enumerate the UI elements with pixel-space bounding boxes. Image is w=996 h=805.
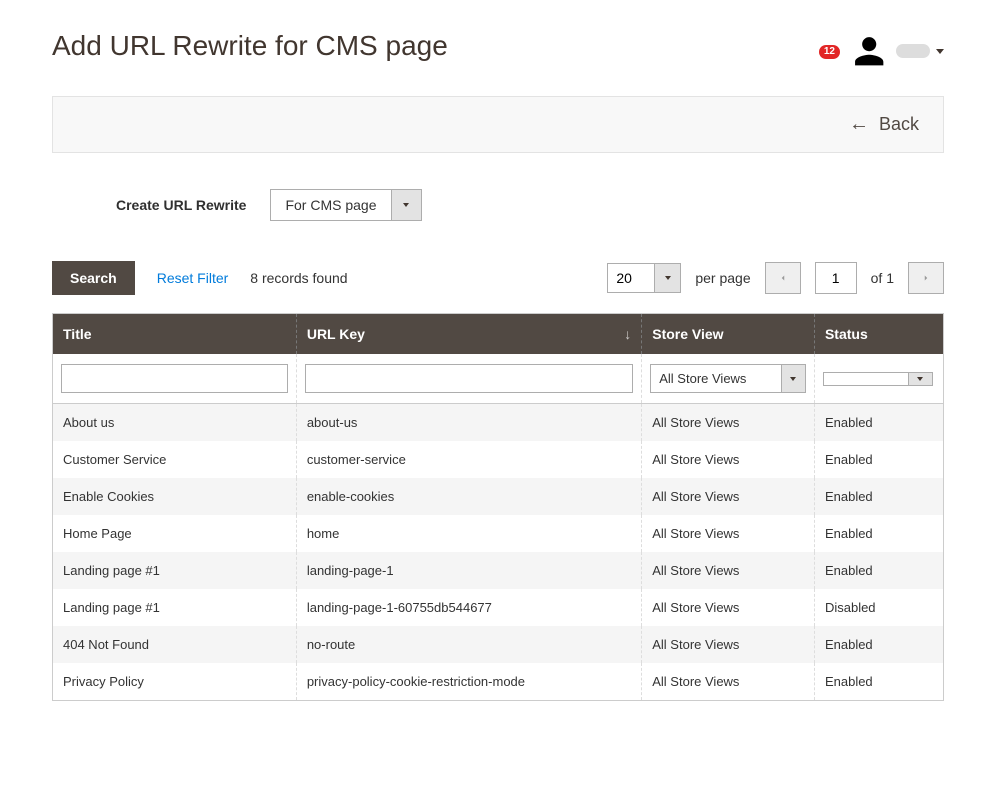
back-label: Back — [879, 114, 919, 135]
cell-url-key: enable-cookies — [296, 478, 641, 515]
table-row[interactable]: Privacy Policyprivacy-policy-cookie-rest… — [53, 663, 944, 701]
chevron-down-icon[interactable] — [781, 365, 805, 392]
action-bar: ← Back — [52, 96, 944, 153]
cell-title: Privacy Policy — [53, 663, 297, 701]
rewrite-type-select[interactable]: For CMS page — [270, 189, 421, 221]
cell-store-view: All Store Views — [642, 404, 815, 442]
table-row[interactable]: About usabout-usAll Store ViewsEnabled — [53, 404, 944, 442]
cell-status: Enabled — [814, 663, 943, 701]
col-header-url-key-label: URL Key — [307, 326, 365, 342]
cell-title: Home Page — [53, 515, 297, 552]
rewrite-type-value: For CMS page — [271, 190, 390, 220]
total-pages: of 1 — [871, 270, 894, 286]
cell-status: Enabled — [814, 404, 943, 442]
cell-url-key: home — [296, 515, 641, 552]
cell-store-view: All Store Views — [642, 589, 815, 626]
table-row[interactable]: Home PagehomeAll Store ViewsEnabled — [53, 515, 944, 552]
table-row[interactable]: Enable Cookiesenable-cookiesAll Store Vi… — [53, 478, 944, 515]
reset-filter-link[interactable]: Reset Filter — [157, 270, 229, 286]
chevron-down-icon — [936, 49, 944, 54]
arrow-left-icon: ← — [849, 113, 869, 136]
cell-title: 404 Not Found — [53, 626, 297, 663]
per-page-label: per page — [695, 270, 750, 286]
table-row[interactable]: Landing page #1landing-page-1-60755db544… — [53, 589, 944, 626]
cell-status: Enabled — [814, 515, 943, 552]
per-page-select[interactable] — [607, 263, 681, 293]
cell-status: Disabled — [814, 589, 943, 626]
table-row[interactable]: 404 Not Foundno-routeAll Store ViewsEnab… — [53, 626, 944, 663]
cell-url-key: customer-service — [296, 441, 641, 478]
col-header-store-view[interactable]: Store View — [642, 314, 815, 355]
col-header-url-key[interactable]: URL Key ↓ — [296, 314, 641, 355]
user-name — [896, 44, 930, 58]
cell-status: Enabled — [814, 478, 943, 515]
cell-title: Enable Cookies — [53, 478, 297, 515]
cell-title: Landing page #1 — [53, 552, 297, 589]
cell-store-view: All Store Views — [642, 515, 815, 552]
chevron-down-icon[interactable] — [391, 190, 421, 220]
back-button[interactable]: ← Back — [849, 113, 919, 136]
create-rewrite-label: Create URL Rewrite — [116, 197, 246, 213]
page-title: Add URL Rewrite for CMS page — [52, 30, 448, 62]
cell-url-key: about-us — [296, 404, 641, 442]
cell-title: Customer Service — [53, 441, 297, 478]
table-row[interactable]: Landing page #1landing-page-1All Store V… — [53, 552, 944, 589]
per-page-input[interactable] — [608, 264, 654, 292]
cell-title: Landing page #1 — [53, 589, 297, 626]
col-header-status[interactable]: Status — [814, 314, 943, 355]
cell-url-key: landing-page-1 — [296, 552, 641, 589]
cell-status: Enabled — [814, 626, 943, 663]
filter-storeview-value: All Store Views — [651, 365, 781, 392]
chevron-down-icon[interactable] — [654, 264, 680, 292]
cell-store-view: All Store Views — [642, 663, 815, 701]
page-input[interactable] — [815, 262, 857, 294]
cell-url-key: no-route — [296, 626, 641, 663]
cell-url-key: privacy-policy-cookie-restriction-mode — [296, 663, 641, 701]
filter-status-value — [824, 373, 908, 385]
user-menu[interactable] — [848, 30, 944, 72]
chevron-down-icon[interactable] — [908, 373, 932, 385]
cell-store-view: All Store Views — [642, 626, 815, 663]
cell-url-key: landing-page-1-60755db544677 — [296, 589, 641, 626]
cms-pages-table: Title URL Key ↓ Store View Status All St… — [52, 313, 944, 701]
filter-storeview-select[interactable]: All Store Views — [650, 364, 806, 393]
notifications-badge: 12 — [819, 45, 840, 59]
cell-status: Enabled — [814, 441, 943, 478]
next-page-button[interactable] — [908, 262, 944, 294]
filter-title-input[interactable] — [61, 364, 288, 393]
filter-urlkey-input[interactable] — [305, 364, 633, 393]
search-button[interactable]: Search — [52, 261, 135, 295]
table-row[interactable]: Customer Servicecustomer-serviceAll Stor… — [53, 441, 944, 478]
col-header-title[interactable]: Title — [53, 314, 297, 355]
sort-arrow-icon: ↓ — [624, 326, 631, 342]
cell-status: Enabled — [814, 552, 943, 589]
cell-store-view: All Store Views — [642, 441, 815, 478]
records-found: 8 records found — [250, 270, 347, 286]
filter-status-select[interactable] — [823, 372, 933, 386]
cell-title: About us — [53, 404, 297, 442]
cell-store-view: All Store Views — [642, 478, 815, 515]
cell-store-view: All Store Views — [642, 552, 815, 589]
prev-page-button[interactable] — [765, 262, 801, 294]
